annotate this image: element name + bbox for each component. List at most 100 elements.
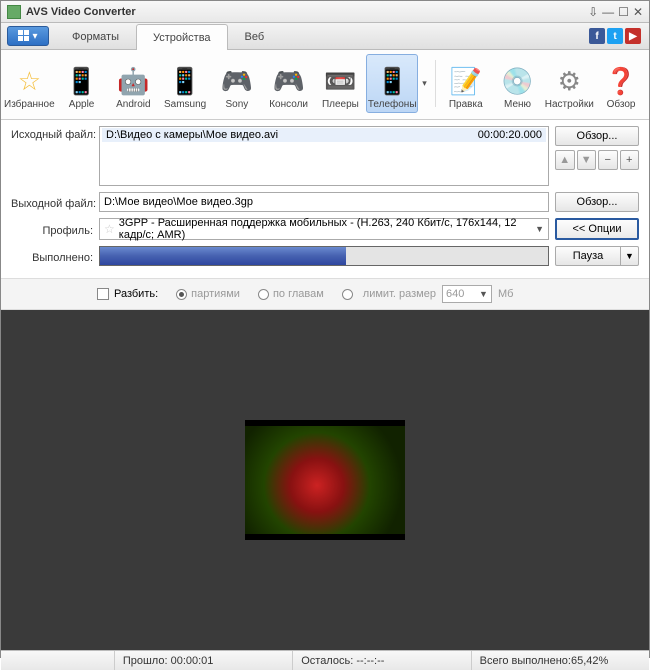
close-button[interactable]: ✕ (633, 5, 643, 19)
toolbar-phones[interactable]: 📱 Телефоны (366, 54, 418, 113)
titlebar: AVS Video Converter ⇩ — ☐ ✕ (1, 1, 649, 23)
browse-output-button[interactable]: Обзор... (555, 192, 639, 212)
source-file-duration: 00:00:20.000 (478, 129, 542, 141)
tab-web[interactable]: Веб (228, 23, 282, 49)
toolbar-sony[interactable]: 🎮 Sony (211, 54, 263, 113)
move-up-button[interactable]: ▲ (555, 150, 575, 170)
source-file-path: D:\Видео с камеры\Мое видео.avi (106, 129, 278, 141)
options-button[interactable]: << Опции (555, 218, 639, 240)
toolbar-samsung[interactable]: 📱 Samsung (159, 54, 211, 113)
edit-icon: 📝 (448, 63, 484, 99)
toolbar-settings[interactable]: ⚙ Настройки (543, 54, 595, 113)
toolbar-favorites-label: Избранное (4, 99, 55, 110)
toolbar-players-label: Плееры (322, 99, 359, 110)
chevron-down-icon: ▼ (479, 289, 488, 299)
chevron-down-icon: ▾ (32, 31, 37, 42)
player-icon: 📼 (322, 63, 358, 99)
maximize-button[interactable]: ☐ (618, 5, 629, 19)
status-bar: Прошло: 00:00:01 Осталось: --:--:-- Всег… (1, 650, 649, 670)
status-total: Всего выполнено: 65,42% (471, 651, 649, 670)
elapsed-value: 00:00:01 (171, 655, 214, 667)
checkbox-icon (97, 288, 109, 300)
progress-bar (99, 246, 549, 266)
toolbar-phones-label: Телефоны (368, 99, 417, 110)
split-size-radio[interactable]: лимит. размер 640 ▼ Мб (342, 285, 514, 303)
toolbar-about-label: Обзор (607, 99, 636, 110)
radio-icon (176, 289, 187, 300)
toolbar-menu-label: Меню (504, 99, 531, 110)
toolbar-settings-label: Настройки (545, 99, 594, 110)
toolbar-edit-label: Правка (449, 99, 483, 110)
form-area: Исходный файл: D:\Видео с камеры\Мое вид… (1, 120, 649, 278)
remaining-label: Осталось: (301, 655, 353, 667)
tab-formats[interactable]: Форматы (55, 23, 136, 49)
twitter-icon[interactable]: t (607, 28, 623, 44)
split-checkbox[interactable]: Разбить: (97, 288, 158, 300)
chevron-down-icon: ▼ (535, 224, 544, 234)
toolbar-menu[interactable]: 💿 Меню (492, 54, 544, 113)
output-file-field[interactable]: D:\Мое видео\Мое видео.3gp (99, 192, 549, 212)
facebook-icon[interactable]: f (589, 28, 605, 44)
mb-label: Мб (498, 288, 513, 300)
toolbar-sony-label: Sony (225, 99, 248, 110)
toolbar-favorites[interactable]: ☆ Избранное (3, 54, 56, 113)
browse-source-button[interactable]: Обзор... (555, 126, 639, 146)
gear-icon: ⚙ (551, 63, 587, 99)
preview-area (1, 310, 649, 650)
total-label: Всего выполнено: (480, 655, 571, 667)
samsung-icon: 📱 (167, 63, 203, 99)
toolbar-consoles-label: Консоли (269, 99, 308, 110)
tab-bar: ▾ Форматы Устройства Веб f t ▶ (1, 23, 649, 50)
minimize-button[interactable]: — (602, 5, 614, 19)
app-icon (7, 5, 21, 19)
remaining-value: --:--:-- (356, 655, 384, 667)
favorite-star-icon[interactable]: ☆ (104, 222, 115, 236)
status-remaining: Осталось: --:--:-- (292, 651, 470, 670)
disc-icon: 💿 (500, 63, 536, 99)
toolbar-apple-label: Apple (69, 99, 95, 110)
split-chapters-label: по главам (273, 288, 324, 300)
split-size-select[interactable]: 640 ▼ (442, 285, 492, 303)
toolbar-android-label: Android (116, 99, 150, 110)
profile-select[interactable]: ☆ 3GPP - Расширенная поддержка мобильных… (99, 218, 549, 240)
start-menu-button[interactable]: ▾ (7, 26, 49, 46)
status-spacer (1, 651, 114, 670)
split-chapters-radio[interactable]: по главам (258, 288, 324, 300)
toolbar-apple[interactable]: 📱 Apple (56, 54, 108, 113)
toolbar-android[interactable]: 🤖 Android (107, 54, 159, 113)
move-down-button[interactable]: ▼ (577, 150, 597, 170)
preview-frame (245, 420, 405, 540)
toolbar-more-devices[interactable]: ▾ (418, 54, 431, 113)
toolbar-about[interactable]: ❓ Обзор (595, 54, 647, 113)
toolbar-samsung-label: Samsung (164, 99, 206, 110)
radio-icon (342, 289, 353, 300)
radio-icon (258, 289, 269, 300)
remove-file-button[interactable]: − (598, 150, 618, 170)
youtube-icon[interactable]: ▶ (625, 28, 641, 44)
source-label: Исходный файл: (11, 126, 93, 141)
split-options-row: Разбить: партиями по главам лимит. разме… (1, 278, 649, 310)
pause-button[interactable]: Пауза (555, 246, 621, 266)
split-size-value: 640 (446, 288, 464, 300)
total-value: 65,42% (571, 655, 608, 667)
source-file-entry[interactable]: D:\Видео с камеры\Мое видео.avi 00:00:20… (102, 128, 546, 142)
progress-fill (100, 247, 346, 265)
progress-label: Выполнено: (11, 249, 93, 264)
profile-value: 3GPP - Расширенная поддержка мобильных -… (119, 217, 531, 241)
add-file-button[interactable]: + (620, 150, 640, 170)
source-file-list[interactable]: D:\Видео с камеры\Мое видео.avi 00:00:20… (99, 126, 549, 186)
split-parts-radio[interactable]: партиями (176, 288, 240, 300)
tab-devices[interactable]: Устройства (136, 24, 228, 50)
pin-button[interactable]: ⇩ (588, 5, 598, 19)
profile-label: Профиль: (11, 222, 93, 237)
toolbar-edit[interactable]: 📝 Правка (440, 54, 492, 113)
phone-icon: 📱 (374, 63, 410, 99)
android-icon: 🤖 (115, 63, 151, 99)
toolbar-players[interactable]: 📼 Плееры (315, 54, 367, 113)
preview-thumbnail (245, 426, 405, 534)
pause-menu-button[interactable]: ▼ (621, 246, 639, 266)
device-toolbar: ☆ Избранное 📱 Apple 🤖 Android 📱 Samsung … (1, 50, 649, 120)
sony-icon: 🎮 (219, 63, 255, 99)
toolbar-consoles[interactable]: 🎮 Консоли (263, 54, 315, 113)
split-size-label: лимит. размер (363, 288, 436, 300)
